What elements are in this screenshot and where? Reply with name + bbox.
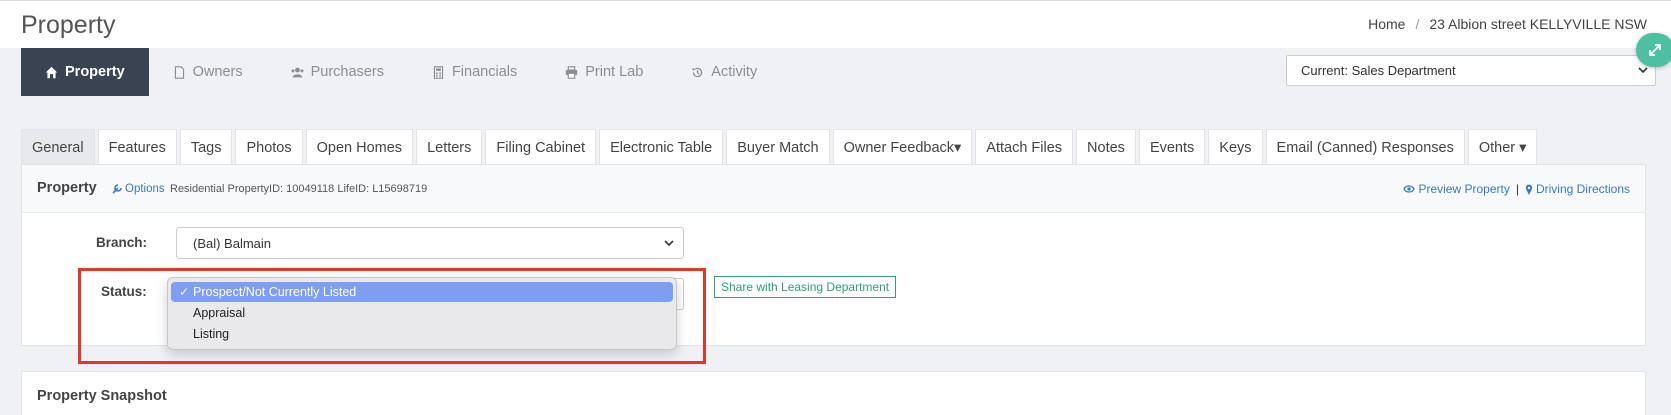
wrench-icon <box>112 184 122 194</box>
map-marker-icon <box>1525 184 1533 195</box>
panel-header: Property Options Residential PropertyID:… <box>22 165 1645 213</box>
tab-general[interactable]: General <box>21 129 95 165</box>
share-with-leasing-button[interactable]: Share with Leasing Department <box>714 276 897 298</box>
expand-icon <box>1649 44 1661 56</box>
panel-title: Property <box>37 180 97 196</box>
preview-property-link[interactable]: Preview Property <box>1403 182 1510 196</box>
property-ids: Residential PropertyID: 10049118 LifeID:… <box>170 183 428 195</box>
tab-open-homes[interactable]: Open Homes <box>305 129 414 165</box>
preview-property-label: Preview Property <box>1418 182 1510 196</box>
nav-print-lab[interactable]: Print Lab <box>541 48 667 96</box>
branch-select[interactable]: (Bal) Balmain <box>176 227 684 259</box>
panel-header-links: Preview Property | Driving Directions <box>1403 182 1630 196</box>
options-label: Options <box>125 183 165 195</box>
branch-select-value: (Bal) Balmain <box>193 236 272 251</box>
tab-attach-files[interactable]: Attach Files <box>975 129 1074 165</box>
options-link[interactable]: Options <box>112 183 165 195</box>
department-select[interactable]: Current: Sales Department <box>1286 55 1656 86</box>
nav-purchasers[interactable]: Purchasers <box>267 48 408 96</box>
eye-icon <box>1403 185 1416 193</box>
branch-label: Branch: <box>96 235 148 250</box>
history-icon <box>692 67 703 77</box>
tab-notes[interactable]: Notes <box>1076 129 1136 165</box>
file-icon <box>174 65 184 79</box>
nav-print-lab-label: Print Lab <box>585 64 644 80</box>
nav-property-label: Property <box>65 64 125 80</box>
tab-photos[interactable]: Photos <box>235 129 303 165</box>
tab-owner-feedback[interactable]: Owner Feedback▾ <box>832 129 973 165</box>
page-title: Property <box>21 11 116 39</box>
nav-owners-label: Owners <box>192 64 243 80</box>
tab-events[interactable]: Events <box>1138 129 1206 165</box>
breadcrumb: Home / 23 Albion street KELLYVILLE NSW <box>1368 16 1647 32</box>
users-icon <box>291 67 304 77</box>
breadcrumb-separator: / <box>1415 16 1420 32</box>
tab-electronic-table[interactable]: Electronic Table <box>599 129 724 165</box>
home-icon <box>45 66 58 78</box>
highlight-box <box>78 268 706 364</box>
nav-property[interactable]: Property <box>21 48 149 96</box>
calculator-icon <box>433 65 444 79</box>
page-header: Property Home / 23 Albion street KELLYVI… <box>0 0 1671 48</box>
printer-icon <box>566 65 578 79</box>
property-snapshot-panel: Property Snapshot <box>21 371 1646 415</box>
link-divider: | <box>1515 182 1519 196</box>
chevron-down-icon <box>664 240 674 247</box>
nav-owners[interactable]: Owners <box>149 48 267 96</box>
driving-directions-label: Driving Directions <box>1535 182 1630 196</box>
tab-features[interactable]: Features <box>97 129 177 165</box>
tab-keys[interactable]: Keys <box>1208 129 1263 165</box>
nav-purchasers-label: Purchasers <box>310 64 384 80</box>
tab-filing-cabinet[interactable]: Filing Cabinet <box>485 129 597 165</box>
sub-tabs: General Features Tags Photos Open Homes … <box>21 129 1538 165</box>
tab-tags[interactable]: Tags <box>179 129 233 165</box>
tab-other[interactable]: Other ▾ <box>1467 129 1538 165</box>
tab-buyer-match[interactable]: Buyer Match <box>726 129 830 165</box>
breadcrumb-current: 23 Albion street KELLYVILLE NSW <box>1429 16 1647 32</box>
nav-financials-label: Financials <box>451 64 518 80</box>
snapshot-title: Property Snapshot <box>37 388 167 404</box>
driving-directions-link[interactable]: Driving Directions <box>1525 182 1630 196</box>
tab-letters[interactable]: Letters <box>416 129 483 165</box>
tab-email-canned-responses[interactable]: Email (Canned) Responses <box>1265 129 1465 165</box>
breadcrumb-home-link[interactable]: Home <box>1368 16 1405 32</box>
nav-financials[interactable]: Financials <box>408 48 541 96</box>
top-nav: Property Owners Purchasers Financials Pr… <box>21 48 781 96</box>
nav-activity-label: Activity <box>711 64 758 80</box>
expand-button[interactable] <box>1636 33 1671 67</box>
department-select-value: Current: Sales Department <box>1301 63 1456 78</box>
nav-activity[interactable]: Activity <box>667 48 781 96</box>
